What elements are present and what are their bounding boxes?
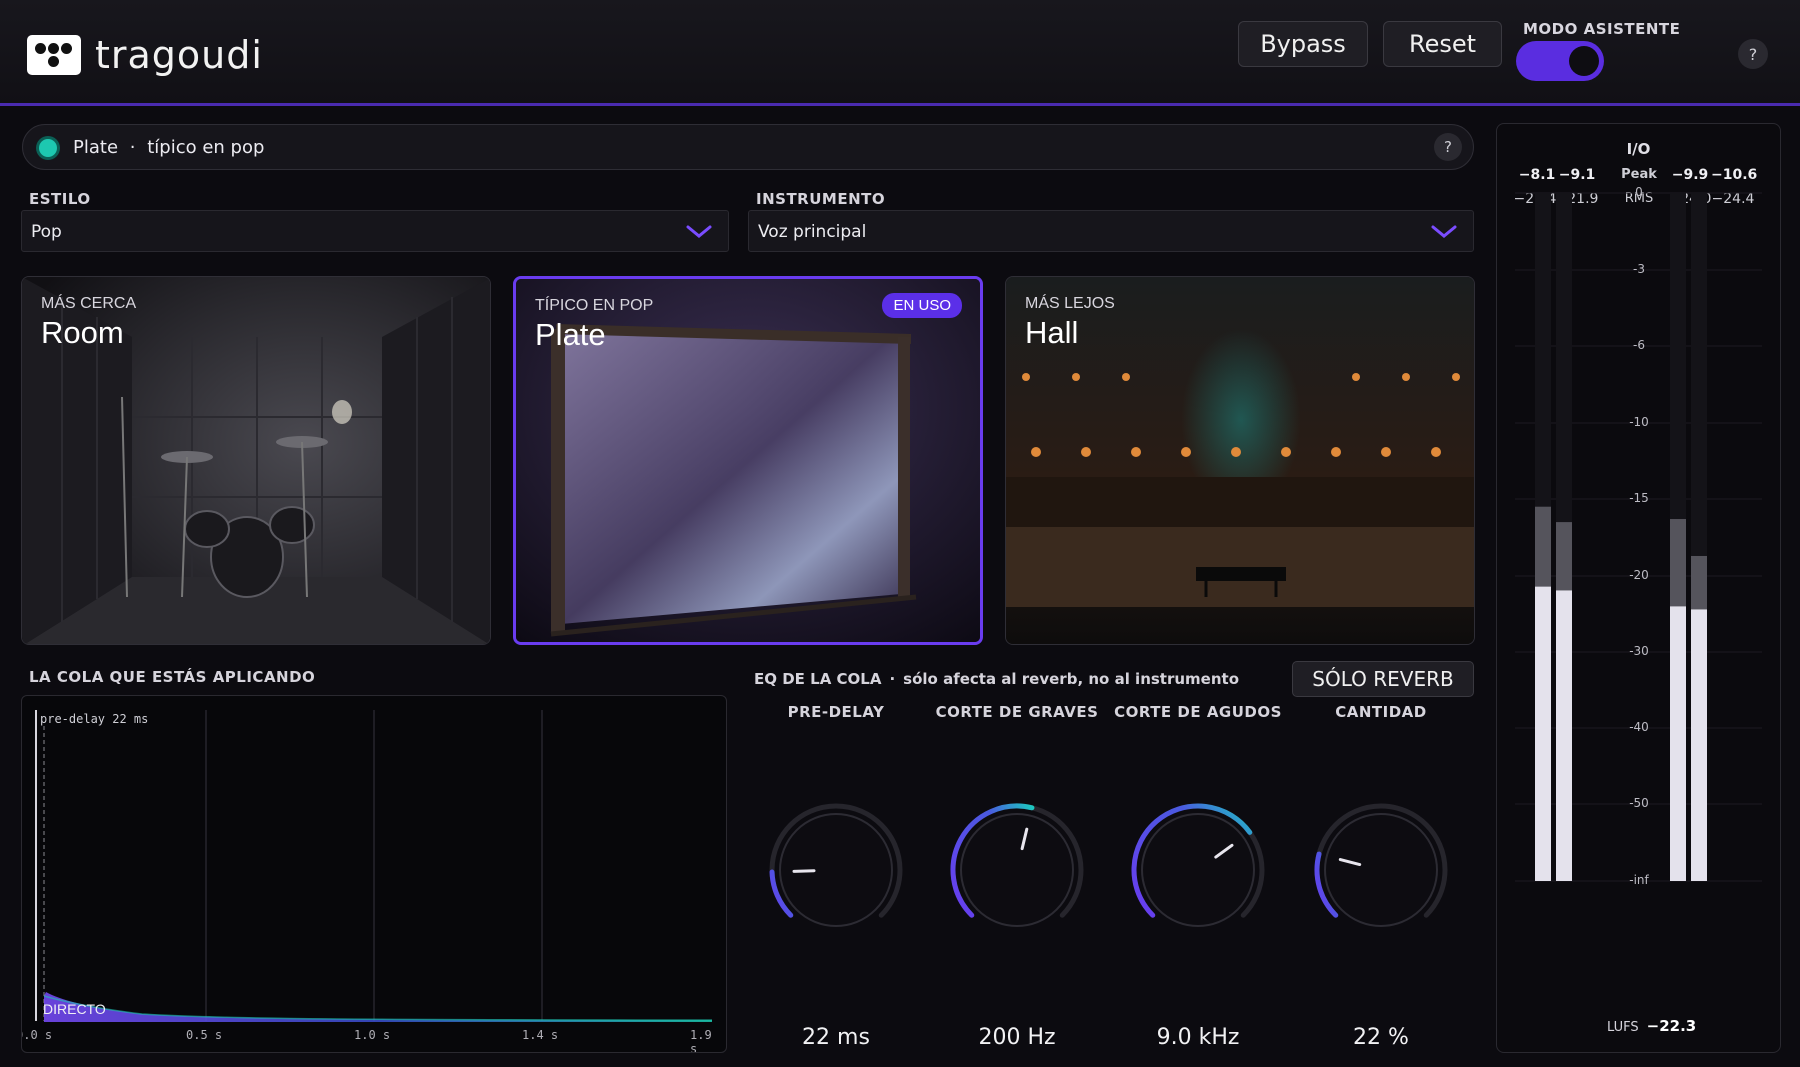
bypass-button[interactable]: Bypass [1238,21,1368,67]
knob-value-high-cut: 9.0 kHz [1156,1025,1240,1050]
eq-note: sólo afecta al reverb, no al instrumento [903,670,1240,688]
knob-body [960,813,1074,927]
chevron-down-icon [686,225,712,238]
eq-title: EQ DE LA COLA [754,670,882,688]
knob-value-amount: 22 % [1353,1025,1409,1050]
meter-scale-label: -inf [1629,873,1649,887]
tail-title: LA COLA QUE ESTÁS APLICANDO [29,668,316,686]
meter-rms-out-right [1691,609,1707,881]
meter-rms-in-right [1556,590,1572,881]
estilo-label: ESTILO [29,190,91,208]
meter-scale-label: -3 [1633,262,1645,276]
card-subtitle: MÁS CERCA [41,295,137,312]
high-cut-knob[interactable] [1122,790,1274,960]
instrumento-value: Voz principal [758,222,867,242]
estilo-select[interactable]: Pop [21,210,729,252]
assistant-mode-toggle[interactable] [1516,41,1604,81]
meter-scale-label: -30 [1629,644,1649,658]
predelay-knob[interactable] [760,790,912,960]
meter-scale-label: -15 [1629,491,1649,505]
predelay-annotation: pre-delay 22 ms [40,712,149,726]
reset-button[interactable]: Reset [1383,21,1502,67]
lufs-value: −22.3 [1646,1017,1697,1035]
x-tick: 0.5 s [186,1028,223,1042]
estilo-value: Pop [31,222,62,242]
card-subtitle: MÁS LEJOS [1025,295,1115,312]
meter-rms-out-left [1670,606,1686,881]
knob-label-amount: CANTIDAD [1335,703,1427,721]
x-tick: 1.0 s [354,1028,391,1042]
amount-knob[interactable] [1305,790,1457,960]
in-use-badge: EN USO [882,293,962,318]
low-cut-knob[interactable] [941,790,1093,960]
meter-rms-in-left [1535,586,1551,881]
knob-body [1141,813,1255,927]
tail-graph: pre-delay 22 ms DIRECTO 0.0 s 0.5 s 1.0 … [21,695,727,1053]
help-button[interactable]: ? [1738,39,1768,69]
meter-scale-label: -40 [1629,720,1649,734]
knob-pointer [792,869,816,873]
brand-name: tragoudi [95,33,263,77]
tail-envelope-chart [35,710,713,1022]
knob-value-low-cut: 200 Hz [978,1025,1056,1050]
x-tick: 1.9 s [690,1028,712,1053]
direct-label: DIRECTO [43,1001,106,1017]
knob-body [1324,813,1438,927]
eq-header: EQ DE LA COLA · sólo afecta al reverb, no … [754,670,1239,688]
solo-reverb-button[interactable]: SÓLO REVERB [1292,661,1474,697]
x-tick: 1.4 s [522,1028,559,1042]
card-name: Room [41,315,124,350]
io-meter-panel: I/O −8.1 −9.1 Peak −9.9 −10.6 −21.4 −21.… [1496,123,1781,1053]
card-name: Plate [535,317,606,352]
card-name: Hall [1025,315,1079,350]
status-reverb: Plate [73,137,119,158]
meter-scale-label: -50 [1629,796,1649,810]
status-text: Plate · típico en pop [73,137,264,158]
meter-scale-label: -10 [1629,415,1649,429]
reverb-card-hall[interactable]: MÁS LEJOS Hall [1005,276,1475,645]
reverb-card-room[interactable]: MÁS CERCA Room [21,276,491,645]
reverb-card-plate[interactable]: TÍPICO EN POP Plate EN USO [513,276,983,645]
x-tick: 0.0 s [22,1028,53,1042]
instrumento-label: INSTRUMENTO [756,190,886,208]
status-help-button[interactable]: ? [1434,133,1462,161]
meter-scale-label: 0 [1635,185,1643,199]
eq-separator: · [889,670,896,688]
preset-status-bar: Plate · típico en pop ? [22,124,1474,170]
instrumento-select[interactable]: Voz principal [748,210,1474,252]
status-context: típico en pop [147,137,265,158]
status-dot-icon [39,139,57,157]
assistant-mode-label: MODO ASISTENTE [1523,20,1681,38]
meter-scale-label: -6 [1633,338,1645,352]
brand-logo: tragoudi [27,33,263,77]
meter-scale-label: -20 [1629,568,1649,582]
card-subtitle: TÍPICO EN POP [535,297,654,314]
status-separator: · [129,137,136,158]
knob-label-low-cut: CORTE DE GRAVES [935,703,1099,721]
toggle-knob [1569,46,1599,76]
knob-value-predelay: 22 ms [802,1025,870,1050]
logo-mark-icon [27,35,81,75]
lufs-label: LUFS [1607,1020,1639,1035]
lufs-readout: LUFS −22.3 [1607,1017,1696,1035]
knob-label-predelay: PRE-DELAY [787,703,885,721]
chevron-down-icon [1431,225,1457,238]
knob-label-high-cut: CORTE DE AGUDOS [1114,703,1282,721]
header: tragoudi Bypass Reset MODO ASISTENTE ? [0,0,1800,106]
